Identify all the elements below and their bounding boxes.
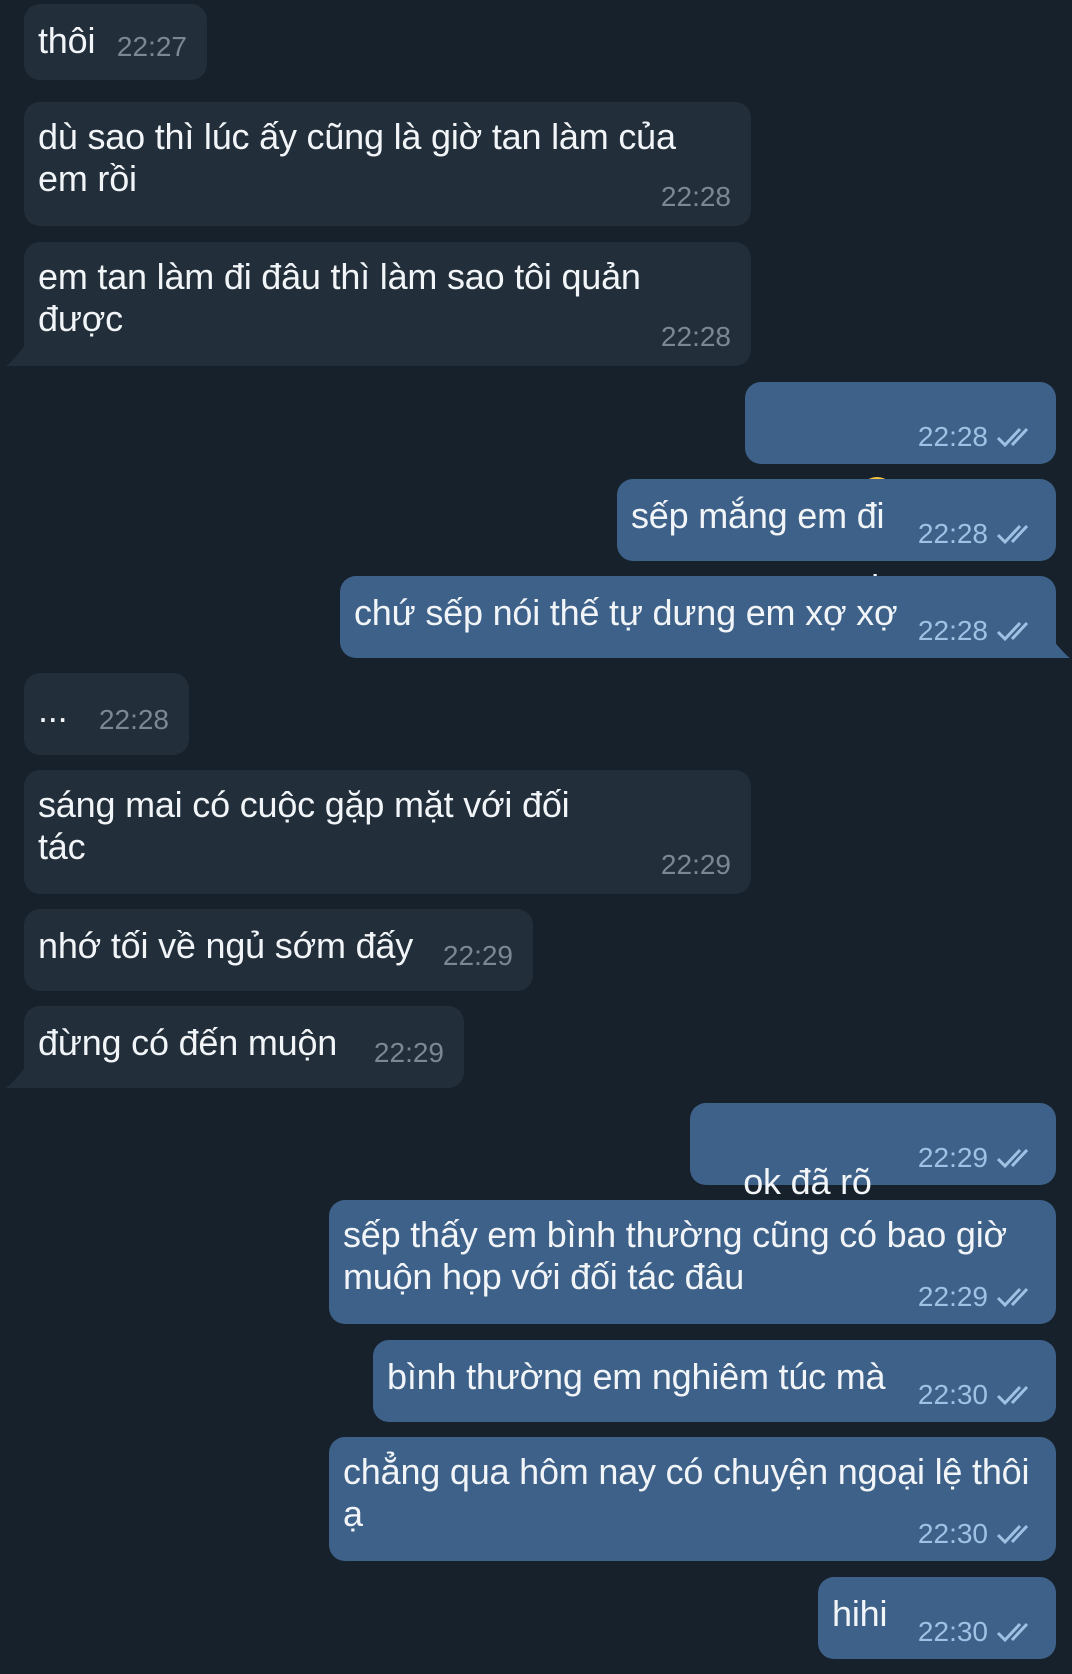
read-checkmarks-icon (996, 1622, 1029, 1643)
message-time: 22:29 (660, 849, 731, 880)
read-checkmarks-icon (996, 427, 1029, 448)
message-time: 22:30 (917, 1518, 988, 1549)
message-meta: 22:28 (918, 616, 1036, 646)
message-text: dù sao thì lúc ấy cũng là giờ tan làm củ… (38, 116, 676, 199)
read-checkmarks-icon (996, 1385, 1029, 1406)
message-time: 22:27 (116, 31, 187, 62)
incoming-message[interactable]: nhớ tối về ngủ sớm đấy 22:29 (24, 909, 533, 991)
message-meta: 22:30 (918, 1617, 1036, 1647)
message-text: em tan làm đi đâu thì làm sao tôi quản đ… (38, 256, 641, 339)
message-time: 22:30 (917, 1379, 988, 1410)
outgoing-message[interactable]: ok đã rõ 22:29 (690, 1103, 1056, 1278)
message-time: 22:29 (917, 1281, 988, 1312)
message-text: sáng mai có cuộc gặp mặt với đối tác (38, 784, 570, 867)
message-time: 22:28 (917, 421, 988, 452)
read-checkmarks-icon (996, 1148, 1029, 1169)
message-meta: 22:30 (918, 1380, 1036, 1410)
read-checkmarks-icon (996, 524, 1029, 545)
message-time: 22:29 (373, 1037, 444, 1068)
message-time: 22:28 (917, 518, 988, 549)
message-time: 22:29 (442, 940, 513, 971)
bubble-tail (6, 344, 26, 366)
outgoing-message[interactable]: sếp mắng em đi 22:28 (617, 479, 1056, 561)
message-time: 22:28 (917, 615, 988, 646)
message-time: 22:29 (917, 1142, 988, 1173)
incoming-message[interactable]: sáng mai có cuộc gặp mặt với đối tác 22:… (24, 770, 751, 894)
message-meta: 22:28 (918, 519, 1036, 549)
outgoing-message[interactable]: sếp thấy em bình thường cũng có bao giờ … (329, 1200, 1056, 1324)
bubble-tail (1050, 636, 1070, 658)
outgoing-message[interactable]: chứ sếp nói thế tự dưng em xợ xợ 22:28 (340, 576, 1056, 658)
message-time: 22:28 (660, 181, 731, 212)
outgoing-message[interactable]: chẳng qua hôm nay có chuyện ngoại lệ thô… (329, 1437, 1056, 1561)
incoming-message[interactable]: dù sao thì lúc ấy cũng là giờ tan làm củ… (24, 102, 751, 226)
message-meta: 22:29 (918, 1143, 1036, 1173)
message-time: 22:28 (98, 704, 169, 735)
message-text: ok đã rõ (743, 1161, 872, 1202)
outgoing-message[interactable]: bình thường em nghiêm túc mà 22:30 (373, 1340, 1056, 1422)
incoming-message[interactable]: em tan làm đi đâu thì làm sao tôi quản đ… (24, 242, 751, 366)
message-meta: 22:29 (918, 1282, 1036, 1312)
read-checkmarks-icon (996, 1524, 1029, 1545)
incoming-message[interactable]: ... 22:28 (24, 673, 189, 755)
outgoing-message[interactable]: hihi 22:30 (818, 1577, 1056, 1659)
bubble-tail (6, 1066, 26, 1088)
read-checkmarks-icon (996, 621, 1029, 642)
outgoing-message[interactable]: eo ơi 22:28 (745, 382, 1056, 608)
read-checkmarks-icon (996, 1287, 1029, 1308)
incoming-message[interactable]: đừng có đến muộn 22:29 (24, 1006, 464, 1088)
message-time: 22:30 (917, 1616, 988, 1647)
message-meta: 22:28 (918, 422, 1036, 452)
incoming-message[interactable]: thôi 22:27 (24, 4, 207, 80)
message-meta: 22:30 (918, 1519, 1036, 1549)
message-time: 22:28 (660, 321, 731, 352)
